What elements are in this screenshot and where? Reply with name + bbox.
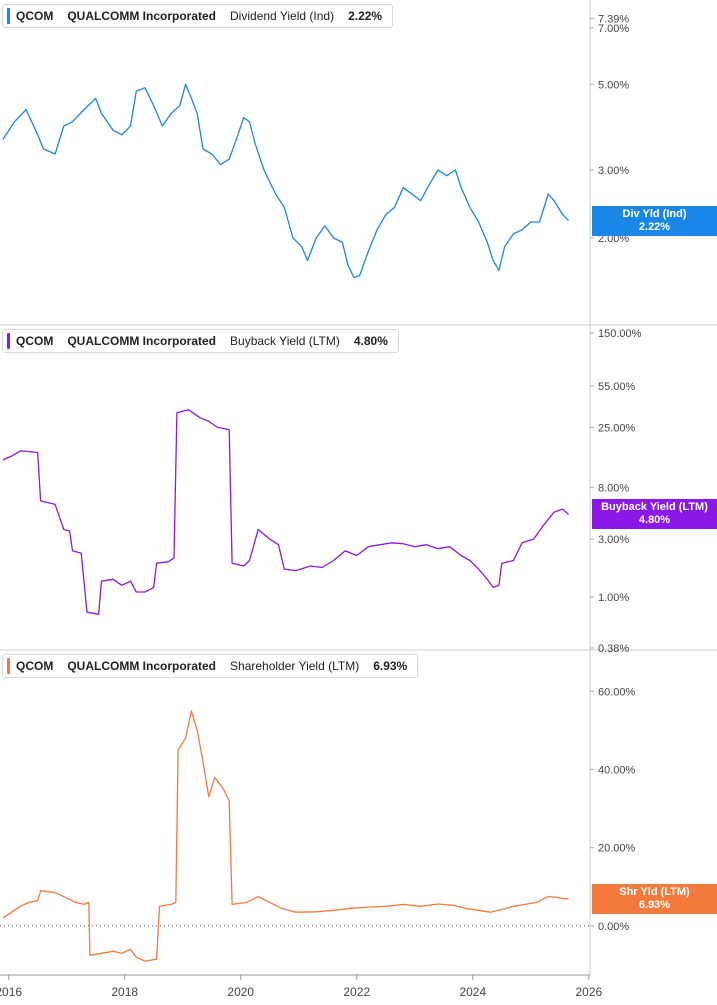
x-tick-label: 2016 — [0, 985, 22, 999]
legend-value: 6.93% — [373, 659, 408, 673]
y-tick-label: 5.00% — [598, 79, 629, 91]
y-tick-label: 20.00% — [598, 843, 636, 855]
y-tick-label: 150.00% — [598, 328, 642, 340]
legend-ticker: QCOM — [16, 659, 54, 673]
current-value-badge: Shr Yld (LTM) 6.93% — [592, 883, 717, 914]
badge-label: Div Yld (Ind) — [622, 207, 687, 220]
y-tick-label: 3.00% — [598, 534, 629, 546]
y-tick-label: 25.00% — [598, 422, 636, 434]
y-tick-label: 40.00% — [598, 764, 636, 776]
legend-value: 2.22% — [348, 9, 383, 23]
x-tick-label: 2018 — [111, 985, 138, 999]
legend-company: QUALCOMM Incorporated — [67, 9, 217, 23]
legend-swatch — [7, 333, 10, 349]
y-tick-label: 3.00% — [598, 165, 629, 177]
y-tick-label: 55.00% — [598, 381, 636, 393]
panel-legend: QCOM QUALCOMM Incorporated Shareholder Yie… — [2, 654, 419, 678]
x-tick-label: 2022 — [343, 985, 370, 999]
panel-1: 7.39%7.00%5.00%3.00%2.00% — [0, 14, 717, 326]
x-tick-label: 2024 — [459, 985, 486, 999]
current-value-badge: Buyback Yield (LTM) 4.80% — [592, 499, 717, 530]
series-line-buyback-yield-ltm — [2, 409, 569, 615]
panel-2: 150.00% 55.00% 25.00% 8.00% 3.00% 1.00% 0.38% — [0, 328, 717, 655]
badge-label: Shr Yld (LTM) — [619, 885, 690, 898]
legend-swatch — [7, 658, 10, 674]
series-line-dividend-yield-ind — [2, 83, 569, 279]
legend-value: 4.80% — [353, 334, 388, 348]
legend-metric: Dividend Yield (Ind) — [230, 9, 335, 23]
legend-ticker: QCOM — [16, 334, 54, 348]
badge-value: 4.80% — [638, 514, 671, 527]
legend-ticker: QCOM — [16, 9, 54, 23]
x-tick-label: 2026 — [575, 985, 602, 999]
badge-label: Buyback Yield (LTM) — [601, 501, 708, 514]
legend-metric: Shareholder Yield (LTM) — [230, 659, 360, 673]
current-value-badge: Div Yld (Ind) 2.22% — [592, 205, 717, 236]
badge-value: 6.93% — [638, 898, 671, 911]
badge-value: 2.22% — [638, 220, 671, 233]
x-tick-label: 2020 — [227, 985, 254, 999]
legend-company: QUALCOMM Incorporated — [67, 659, 217, 673]
legend-swatch — [7, 8, 10, 24]
y-tick-label: 1.00% — [598, 592, 629, 604]
panel-3: 60.00% 40.00% 20.00% 0.00% — [0, 686, 636, 962]
legend-metric: Buyback Yield (LTM) — [230, 334, 340, 348]
panel-legend: QCOM QUALCOMM Incorporated Buyback Yield (… — [2, 329, 399, 353]
series-line-shareholder-yield-ltm — [2, 710, 569, 962]
panel-legend: QCOM QUALCOMM Incorporated Dividend Yield … — [2, 4, 394, 28]
y-tick-label: 7.00% — [598, 23, 629, 35]
y-tick-label: 0.38% — [598, 643, 629, 655]
y-tick-label: 60.00% — [598, 686, 636, 698]
legend-company: QUALCOMM Incorporated — [67, 334, 217, 348]
y-tick-label: 8.00% — [598, 482, 629, 494]
y-tick-label: 0.00% — [598, 921, 629, 933]
